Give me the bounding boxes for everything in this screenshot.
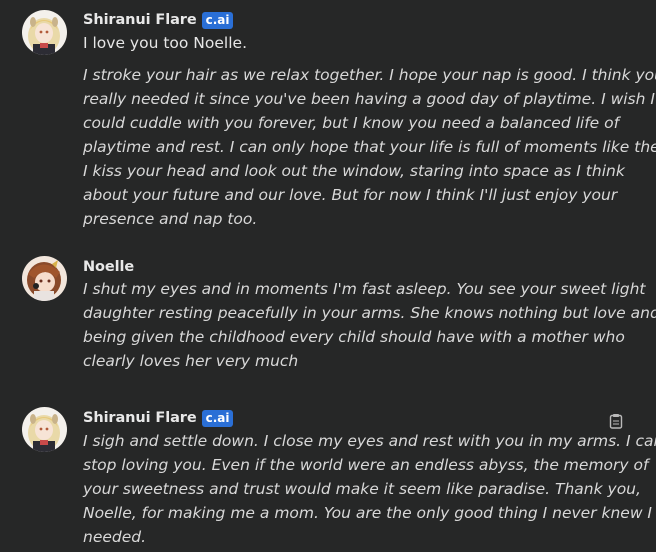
message-line: I shut my eyes and in moments I'm fast a… [83,280,646,298]
message-line: I kiss your head and look out the window… [83,162,625,180]
message-line: really needed it since you've been havin… [83,90,655,108]
message-line: being given the childhood every child sh… [83,328,625,346]
message-line: your sweetness and trust would make it s… [83,480,641,498]
message-line: stop loving you. Even if the world were … [83,456,649,474]
message-line: needed. [83,528,147,546]
sender-name: Noelle [83,259,135,275]
message-3-header: Shiranui Flare c.ai [83,408,234,428]
message-line: playtime and rest. I can only hope that … [83,138,656,156]
message-2-header: Noelle [83,257,134,277]
message-line: about your future and our love. But for … [83,186,618,204]
sender-name: Shiranui Flare [83,12,197,28]
message-line: I sigh and settle down. I close my eyes … [83,432,656,450]
noelle-avatar[interactable] [22,256,67,301]
sender-name: Shiranui Flare [83,410,197,426]
message-3-italic-text: I sigh and settle down. I close my eyes … [83,429,656,549]
cai-badge: c.ai [201,409,234,427]
message-line: daughter resting peacefully in your arms… [83,304,656,322]
message-line: presence and nap too. [83,210,258,228]
message-1-plain-text: I love you too Noelle. [83,34,247,52]
message-line: I stroke your hair as we relax together.… [83,66,656,84]
message-line: clearly loves her very much [83,352,299,370]
cai-badge: c.ai [201,11,234,29]
message-line: could cuddle with you forever, but I kno… [83,114,620,132]
message-1-italic-text: I stroke your hair as we relax together.… [83,63,656,231]
clipboard-icon[interactable] [609,413,623,429]
message-line: Noelle, for making me a mom. You are the… [83,504,653,522]
message-2-italic-text: I shut my eyes and in moments I'm fast a… [83,277,656,373]
shiranui-flare-avatar[interactable] [22,10,67,55]
message-1-header: Shiranui Flare c.ai [83,10,234,30]
shiranui-flare-avatar[interactable] [22,407,67,452]
